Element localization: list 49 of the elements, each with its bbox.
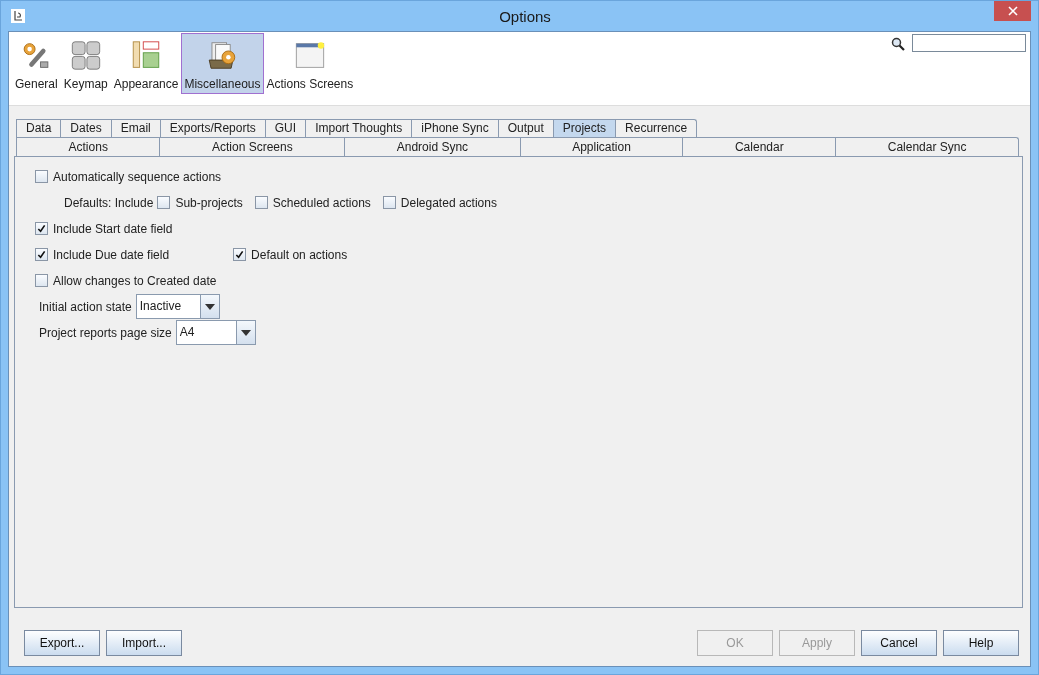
option-checkbox[interactable]: Scheduled actions [254,195,371,210]
tab[interactable]: GUI [264,119,306,137]
check-icon [235,250,245,259]
check-icon [37,250,46,259]
tab[interactable]: Email [110,119,160,137]
option-checkbox[interactable]: Automatically sequence actions [35,169,222,184]
tab[interactable]: Import Thoughts [305,119,412,137]
option-checkbox[interactable]: Sub-projects [157,195,243,210]
tab[interactable]: Action Screens [159,137,345,156]
tab[interactable]: Actions [16,137,160,156]
search-field[interactable] [912,34,1026,52]
close-button[interactable] [994,1,1031,21]
window-title: Options [498,7,552,25]
tab[interactable]: Application [519,137,683,156]
category-button[interactable]: Miscellaneous [181,33,264,94]
tab[interactable]: iPhone Sync [411,119,498,137]
option-checkbox[interactable]: Default on actions [233,247,348,262]
tab[interactable]: Exports/Reports [159,119,265,137]
caret-icon [240,329,251,336]
option-label: Initial action state [39,299,132,314]
option-label: Defaults: Include [64,195,154,210]
tab[interactable]: Data [16,119,61,137]
dropdown[interactable]: A4 [175,320,256,345]
dialog-button[interactable]: Cancel [861,630,937,656]
search-icon [891,37,905,51]
tab[interactable]: Calendar [682,137,836,156]
app-icon [10,8,26,24]
option-checkbox[interactable]: Delegated actions [382,195,497,210]
check-icon [37,224,46,233]
tab[interactable]: Output [497,119,553,137]
category-button[interactable]: Keymap [60,33,111,94]
dropdown[interactable]: Inactive [135,294,220,319]
option-checkbox[interactable]: Include Start date field [35,221,173,236]
category-button[interactable]: Appearance [110,33,182,94]
caret-icon [204,303,215,310]
tab[interactable]: Android Sync [344,137,520,156]
tab[interactable]: Projects [552,119,616,137]
dialog-button[interactable]: Import... [106,630,182,656]
close-icon [1007,6,1018,16]
tab[interactable]: Dates [60,119,111,137]
option-label: Project reports page size [39,325,172,340]
tab[interactable]: Recurrence [615,119,698,137]
dialog-button[interactable]: Help [943,630,1019,656]
option-checkbox[interactable]: Include Due date field [35,247,170,262]
option-checkbox[interactable]: Allow changes to Created date [35,273,217,288]
category-button[interactable]: General [12,33,61,94]
tab[interactable]: Calendar Sync [835,137,1019,156]
dialog-button[interactable]: Export... [24,630,100,656]
category-button[interactable]: Actions Screens [263,33,357,94]
